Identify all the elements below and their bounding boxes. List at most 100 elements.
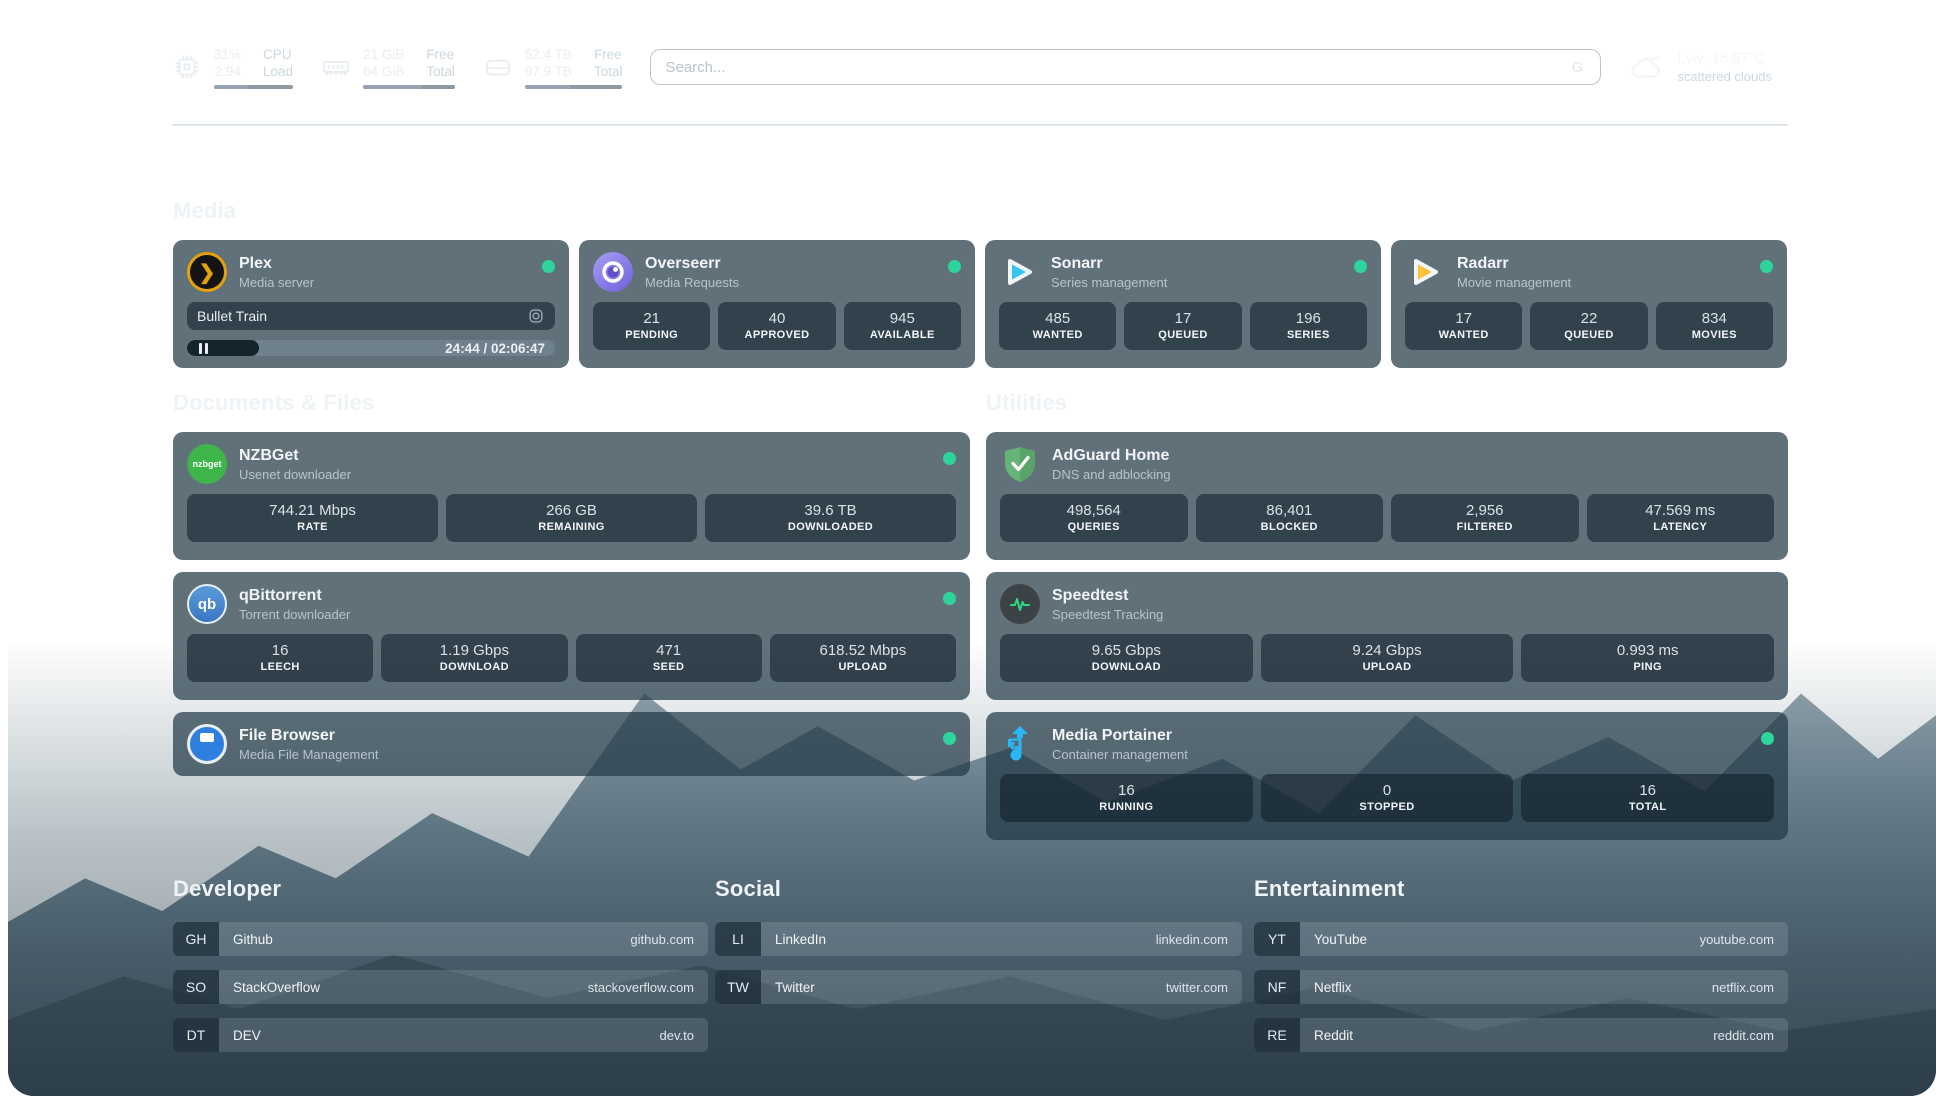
stat-label: LATENCY bbox=[1591, 520, 1771, 535]
service-name: Overseerr bbox=[645, 254, 739, 274]
search-provider-button[interactable]: G bbox=[1554, 50, 1600, 84]
service-card-nzbget[interactable]: nzbget NZBGet Usenet downloader 744.21 M… bbox=[173, 432, 970, 560]
service-description: Usenet downloader bbox=[239, 466, 351, 483]
stat-label: SEED bbox=[580, 660, 758, 675]
status-dot bbox=[1760, 260, 1773, 273]
service-name: Media Portainer bbox=[1052, 726, 1188, 746]
filebrowser-icon bbox=[187, 724, 227, 764]
stat-label: QUEUED bbox=[1534, 328, 1643, 343]
disk-free-label: Free bbox=[594, 46, 623, 63]
stat-value: 266 GB bbox=[450, 501, 693, 520]
service-name: File Browser bbox=[239, 726, 378, 746]
overseerr-icon bbox=[593, 252, 633, 292]
search-input[interactable] bbox=[651, 50, 1554, 84]
bookmark-name: Netflix bbox=[1300, 980, 1352, 995]
stat-label: AVAILABLE bbox=[848, 328, 957, 343]
service-card-plex[interactable]: ❯ Plex Media server Bullet Train 24:44 /… bbox=[173, 240, 569, 368]
stat-label: LEECH bbox=[191, 660, 369, 675]
cpu-progress-fill bbox=[214, 85, 249, 89]
bookmark-name: DEV bbox=[219, 1028, 261, 1043]
memory-free-label: Free bbox=[426, 46, 455, 63]
disk-progress-track bbox=[525, 85, 623, 89]
stat-label: RATE bbox=[191, 520, 434, 535]
stat-label: BLOCKED bbox=[1200, 520, 1380, 535]
memory-total-value: 64 GiB bbox=[363, 63, 404, 80]
qbittorrent-icon: qb bbox=[187, 584, 227, 624]
weather-condition: scattered clouds bbox=[1677, 68, 1772, 85]
stat-leech: 16 LEECH bbox=[187, 634, 373, 682]
stat-label: STOPPED bbox=[1265, 800, 1510, 815]
stat-downloaded: 39.6 TB DOWNLOADED bbox=[705, 494, 956, 542]
memory-progress-fill bbox=[363, 85, 422, 89]
stat-label: TOTAL bbox=[1525, 800, 1770, 815]
playback-progress-bar[interactable]: 24:44 / 02:06:47 bbox=[187, 340, 555, 356]
service-description: Media File Management bbox=[239, 746, 378, 763]
stat-latency: 47.569 ms LATENCY bbox=[1587, 494, 1775, 542]
bookmark-url: dev.to bbox=[660, 1028, 708, 1043]
search-bar: G bbox=[650, 49, 1601, 85]
stat-label: UPLOAD bbox=[1265, 660, 1510, 675]
adguard-icon bbox=[1000, 444, 1040, 484]
service-card-speedtest[interactable]: Speedtest Speedtest Tracking 9.65 Gbps D… bbox=[986, 572, 1788, 700]
service-description: Speedtest Tracking bbox=[1052, 606, 1163, 623]
bookmark-linkedin[interactable]: LI LinkedIn linkedin.com bbox=[715, 922, 1242, 956]
stat-value: 1.19 Gbps bbox=[385, 641, 563, 660]
section-title-developer: Developer bbox=[173, 876, 281, 902]
service-description: Torrent downloader bbox=[239, 606, 350, 623]
stat-value: 498,564 bbox=[1004, 501, 1184, 520]
status-dot bbox=[542, 260, 555, 273]
stat-label: FILTERED bbox=[1395, 520, 1575, 535]
bookmark-dev[interactable]: DT DEV dev.to bbox=[173, 1018, 708, 1052]
service-description: DNS and adblocking bbox=[1052, 466, 1171, 483]
cloud-icon bbox=[1629, 52, 1665, 82]
bookmark-abbr: RE bbox=[1254, 1018, 1300, 1052]
bookmark-reddit[interactable]: RE Reddit reddit.com bbox=[1254, 1018, 1788, 1052]
stat-label: QUERIES bbox=[1004, 520, 1184, 535]
bookmark-name: StackOverflow bbox=[219, 980, 320, 995]
stat-value: 618.52 Mbps bbox=[774, 641, 952, 660]
stat-seed: 471 SEED bbox=[576, 634, 762, 682]
stat-value: 21 bbox=[597, 309, 706, 328]
bookmark-name: Twitter bbox=[761, 980, 815, 995]
cpu-progress-track bbox=[214, 85, 293, 89]
service-card-qbittorrent[interactable]: qb qBittorrent Torrent downloader 16 LEE… bbox=[173, 572, 970, 700]
stat-rate: 744.21 Mbps RATE bbox=[187, 494, 438, 542]
service-card-filebrowser[interactable]: File Browser Media File Management bbox=[173, 712, 970, 776]
service-card-overseerr[interactable]: Overseerr Media Requests 21 PENDING 40 A… bbox=[579, 240, 975, 368]
sonarr-icon bbox=[999, 252, 1039, 292]
section-title-documents: Documents & Files bbox=[173, 390, 374, 416]
bookmark-github[interactable]: GH Github github.com bbox=[173, 922, 708, 956]
disk-icon bbox=[483, 52, 513, 82]
service-name: Radarr bbox=[1457, 254, 1571, 274]
service-card-portainer[interactable]: Media Portainer Container management 16 … bbox=[986, 712, 1788, 840]
service-name: NZBGet bbox=[239, 446, 351, 466]
service-card-sonarr[interactable]: Sonarr Series management 485 WANTED 17 Q… bbox=[985, 240, 1381, 368]
stat-filtered: 2,956 FILTERED bbox=[1391, 494, 1579, 542]
stat-value: 17 bbox=[1409, 309, 1518, 328]
video-view-icon[interactable] bbox=[527, 307, 545, 325]
cpu-load-label: Load bbox=[263, 63, 293, 80]
stat-label: REMAINING bbox=[450, 520, 693, 535]
service-card-radarr[interactable]: Radarr Movie management 17 WANTED 22 QUE… bbox=[1391, 240, 1787, 368]
section-title-social: Social bbox=[715, 876, 781, 902]
stat-blocked: 86,401 BLOCKED bbox=[1196, 494, 1384, 542]
stat-total: 16 TOTAL bbox=[1521, 774, 1774, 822]
bookmark-stackoverflow[interactable]: SO StackOverflow stackoverflow.com bbox=[173, 970, 708, 1004]
status-dot bbox=[943, 592, 956, 605]
stat-ping: 0.993 ms PING bbox=[1521, 634, 1774, 682]
stat-label: SERIES bbox=[1254, 328, 1363, 343]
bookmark-twitter[interactable]: TW Twitter twitter.com bbox=[715, 970, 1242, 1004]
stat-pending: 21 PENDING bbox=[593, 302, 710, 350]
service-name: Sonarr bbox=[1051, 254, 1167, 274]
stat-running: 16 RUNNING bbox=[1000, 774, 1253, 822]
stat-value: 16 bbox=[1525, 781, 1770, 800]
bookmark-abbr: NF bbox=[1254, 970, 1300, 1004]
stat-series: 196 SERIES bbox=[1250, 302, 1367, 350]
stat-value: 40 bbox=[722, 309, 831, 328]
cpu-widget: 31% 2.94 CPU Load bbox=[172, 46, 293, 89]
bookmark-netflix[interactable]: NF Netflix netflix.com bbox=[1254, 970, 1788, 1004]
bookmark-youtube[interactable]: YT YouTube youtube.com bbox=[1254, 922, 1788, 956]
weather-widget[interactable]: Lviv, 16.87°C scattered clouds bbox=[1629, 49, 1772, 85]
bookmark-url: linkedin.com bbox=[1156, 932, 1242, 947]
service-card-adguard[interactable]: AdGuard Home DNS and adblocking 498,564 … bbox=[986, 432, 1788, 560]
